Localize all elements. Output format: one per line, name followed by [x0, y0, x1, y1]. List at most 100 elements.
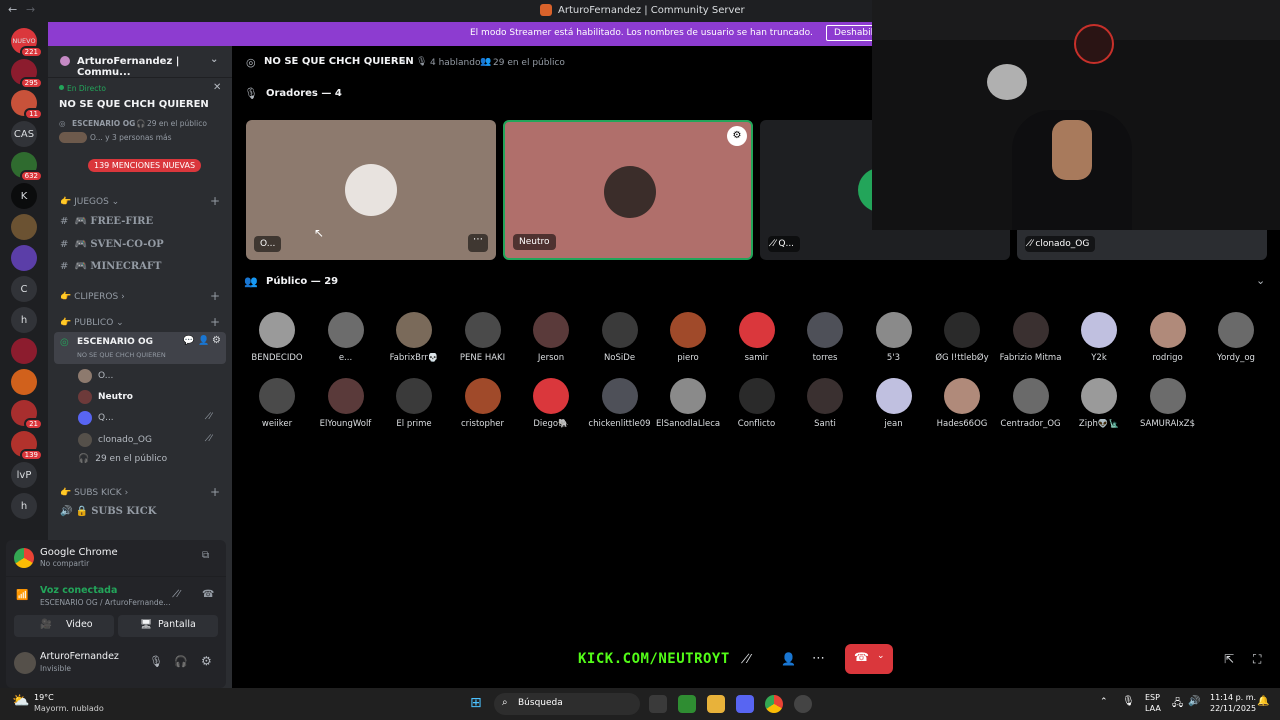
avatar[interactable]	[14, 652, 36, 674]
audience-member[interactable]: jean	[862, 378, 926, 429]
task-view-icon[interactable]	[649, 695, 667, 713]
audience-member[interactable]: ElSanodlaLleca	[656, 378, 720, 429]
add-channel-icon[interactable]: +	[210, 485, 220, 499]
audience-member[interactable]: PENE HAKI	[451, 312, 515, 363]
more-options-icon[interactable]: ⋯	[812, 651, 825, 666]
server-icon[interactable]: h	[11, 493, 37, 519]
server-header[interactable]: ArturoFernandez | Commu... ⌄	[48, 46, 232, 78]
server-icon[interactable]: 11	[11, 90, 43, 120]
noise-suppression-icon[interactable]: ⁄̸	[178, 589, 180, 600]
category-subs-kick[interactable]: 👉 SUBS KICK ›	[60, 488, 128, 498]
audience-member[interactable]: weiiker	[245, 378, 309, 429]
file-explorer-icon[interactable]	[707, 695, 725, 713]
mic-tray-icon[interactable]: 🎙	[1122, 696, 1135, 707]
forward-arrow-icon[interactable]: →	[26, 3, 35, 16]
fullscreen-icon[interactable]: ⛶	[1253, 652, 1261, 667]
gear-icon[interactable]: ⚙	[201, 654, 212, 668]
audience-member[interactable]: Yordy_og	[1204, 312, 1268, 363]
server-icon[interactable]: C	[11, 276, 37, 302]
chevron-up-icon[interactable]: ⌃	[1100, 697, 1108, 707]
server-icon[interactable]	[11, 245, 37, 271]
live-stage-panel[interactable]: En Directo ✕ NO SE QUE CHCH QUIEREN ◎ ES…	[48, 78, 232, 148]
language-code[interactable]: ESP	[1145, 693, 1160, 702]
server-icon[interactable]: 295	[11, 59, 43, 89]
category-publico[interactable]: 👉 PUBLICO ⌄	[60, 318, 124, 328]
share-screen-icon[interactable]: ⧉	[202, 550, 209, 561]
audience-member[interactable]: Hades66OG	[930, 378, 994, 429]
audience-member[interactable]: samir	[725, 312, 789, 363]
audience-member[interactable]: Jerson	[519, 312, 583, 363]
close-icon[interactable]: ✕	[213, 82, 221, 93]
leave-stage-button[interactable]: ☎ ⌄	[845, 644, 893, 674]
microphone-icon[interactable]: 🎙	[149, 655, 163, 668]
server-icon[interactable]: CAS	[11, 121, 37, 147]
stage-user[interactable]: Neutro	[78, 390, 133, 404]
speaker-tile[interactable]: Neutro ⚙	[503, 120, 753, 260]
gear-icon[interactable]: ⚙	[212, 335, 221, 346]
add-user-icon[interactable]: 👤	[198, 336, 209, 346]
stage-user[interactable]: O...	[78, 369, 113, 383]
headphones-icon[interactable]: 🎧	[174, 655, 188, 668]
windows-start-icon[interactable]: ⊞	[470, 695, 482, 711]
stage-channel-escenario[interactable]: ◎ ESCENARIO OG NO SE QUE CHCH QUIEREN 💬 …	[54, 332, 226, 364]
stage-user[interactable]: clonado_OG	[78, 433, 152, 447]
server-icon[interactable]: 632	[11, 152, 43, 182]
chrome-icon[interactable]	[765, 695, 783, 713]
back-arrow-icon[interactable]: ←	[8, 3, 17, 16]
add-channel-icon[interactable]: +	[210, 289, 220, 303]
server-icon[interactable]	[11, 214, 37, 240]
chevron-down-icon[interactable]: ⌄	[1256, 274, 1265, 287]
network-icon[interactable]: 🖧	[1172, 696, 1183, 713]
discord-icon[interactable]	[736, 695, 754, 713]
audience-member[interactable]: chickenlittle09	[588, 378, 652, 429]
audience-member[interactable]: cristopher	[451, 378, 515, 429]
audience-member[interactable]: Santi	[793, 378, 857, 429]
channel-subs-kick[interactable]: 🔊 🔒 SUBS KICK	[60, 506, 224, 517]
audience-member[interactable]: torres	[793, 312, 857, 363]
server-icon[interactable]	[11, 338, 37, 364]
audience-member[interactable]: El prime	[382, 378, 446, 429]
audience-member[interactable]: SAMURAIxZ$	[1136, 378, 1200, 429]
mic-off-icon[interactable]: ⁄̸	[748, 652, 750, 666]
channel-free-fire[interactable]: # 🎮 FREE-FIRE	[60, 216, 224, 227]
channel-sven-co-op[interactable]: # 🎮 SVEN-CO-OP	[60, 239, 224, 250]
category-cliperos[interactable]: 👉 CLIPEROS ›	[60, 292, 125, 302]
notification-bell-icon[interactable]: 🔔	[1257, 696, 1269, 707]
minecraft-icon[interactable]	[678, 695, 696, 713]
stage-audience-row[interactable]: 🎧 29 en el público	[78, 454, 167, 464]
screen-share-button[interactable]: 🖥 Pantalla	[118, 615, 218, 637]
channel-minecraft[interactable]: # 🎮 MINECRAFT	[60, 261, 224, 272]
server-icon[interactable]: 21	[11, 400, 43, 430]
audience-member[interactable]: 5'3	[862, 312, 926, 363]
clock-time[interactable]: 11:14 p. m.	[1210, 693, 1256, 702]
server-icon[interactable]: K	[11, 183, 37, 209]
server-icon[interactable]: NUEVO 221	[11, 28, 43, 58]
speaker-tile[interactable]: O... ⋯ ↖	[246, 120, 496, 260]
popout-icon[interactable]: ⇱	[1224, 652, 1234, 666]
audience-member[interactable]: Diego🐘	[519, 378, 583, 429]
audience-member[interactable]: Conflicto	[725, 378, 789, 429]
audience-member[interactable]: NoSiDe	[588, 312, 652, 363]
server-icon[interactable]: 139	[11, 431, 43, 461]
audience-member[interactable]: Ziph👽🗽	[1067, 378, 1131, 429]
audience-member[interactable]: piero	[656, 312, 720, 363]
mentions-badge[interactable]: 139 MENCIONES NUEVAS	[88, 159, 202, 172]
server-icon[interactable]: h	[11, 307, 37, 333]
category-juegos[interactable]: 👉 JUEGOS ⌄	[60, 197, 119, 207]
server-icon[interactable]	[11, 369, 37, 395]
audience-member[interactable]: Fabrizio Mitma	[999, 312, 1063, 363]
add-channel-icon[interactable]: +	[210, 315, 220, 329]
stage-user[interactable]: Q...	[78, 411, 114, 425]
audience-member[interactable]: Centrador_OG	[999, 378, 1063, 429]
more-options-icon[interactable]: ⋯	[468, 234, 488, 252]
chat-icon[interactable]: 💬	[183, 336, 194, 346]
clock-date[interactable]: 22/11/2025	[1210, 704, 1256, 713]
audience-member[interactable]: ElYoungWolf	[314, 378, 378, 429]
audience-member[interactable]: BENDECIDO	[245, 312, 309, 363]
audience-member[interactable]: ØG I!ttlebØy	[930, 312, 994, 363]
audience-member[interactable]: Y2k	[1067, 312, 1131, 363]
server-icon[interactable]: lvP	[11, 462, 37, 488]
move-audience-icon[interactable]: 👤	[781, 652, 796, 666]
audience-member[interactable]: FabrixBrr💀	[382, 312, 446, 363]
video-button[interactable]: 🎥 Video	[14, 615, 114, 637]
